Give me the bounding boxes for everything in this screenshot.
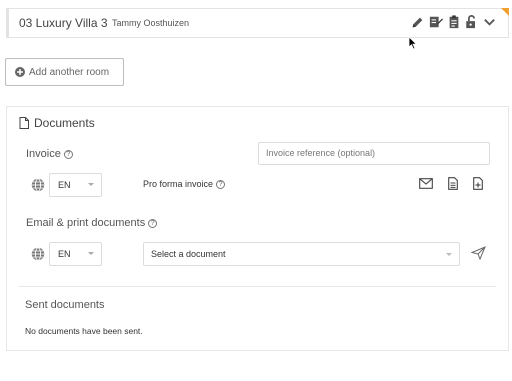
email-language-value: EN [58,249,71,259]
edit-document-icon[interactable] [429,15,443,29]
globe-icon [31,247,45,261]
plus-circle-icon [15,67,25,77]
chevron-down-icon [88,183,94,186]
add-room-button[interactable]: Add another room [5,58,124,86]
file-plus-icon[interactable] [473,177,483,190]
unlock-icon[interactable] [465,15,478,29]
chevron-down-icon [446,253,452,256]
proforma-label: Pro forma invoice [143,179,214,189]
document-icon [19,117,29,129]
invoice-label: Invoice [26,148,61,160]
documents-header: Documents [19,116,95,130]
email-icon[interactable] [419,178,433,189]
sent-documents-label: Sent documents [25,299,105,311]
documents-title: Documents [34,116,95,130]
chevron-down-icon[interactable] [483,16,496,29]
clipboard-icon[interactable] [448,15,460,29]
room-title: 03 Luxury Villa 3 [19,16,108,30]
room-guest-name: Tammy Oosthuizen [112,18,190,28]
select-document-dropdown[interactable]: Select a document [143,242,460,266]
email-print-label: Email & print documents [26,217,146,229]
invoice-label-group: Invoice ? [26,148,73,160]
invoice-language-select[interactable]: EN [49,173,102,197]
room-actions [411,15,496,29]
mouse-cursor-icon [408,36,418,50]
send-icon[interactable] [471,246,486,260]
help-icon[interactable]: ? [148,218,158,228]
chevron-down-icon [88,252,94,255]
help-icon[interactable]: ? [216,179,226,189]
select-document-value: Select a document [151,249,226,259]
invoice-language-value: EN [58,180,71,190]
invoice-reference-input[interactable]: Invoice reference (optional) [258,142,490,165]
documents-panel: Documents Invoice ? Invoice reference (o… [6,106,509,351]
proforma-invoice-option[interactable]: Pro forma invoice ? [143,179,226,189]
room-row[interactable]: 03 Luxury Villa 3 Tammy Oosthuizen [6,8,509,38]
globe-icon [31,178,45,192]
add-room-label: Add another room [29,66,110,78]
invoice-actions [419,177,483,190]
email-print-label-group: Email & print documents ? [26,217,158,229]
status-corner-marker [501,8,509,16]
file-text-icon[interactable] [448,177,458,190]
help-icon[interactable]: ? [63,149,73,159]
section-divider [19,286,496,287]
pencil-icon[interactable] [411,16,424,29]
email-language-select[interactable]: EN [49,242,102,266]
sent-documents-empty-text: No documents have been sent. [25,326,143,336]
